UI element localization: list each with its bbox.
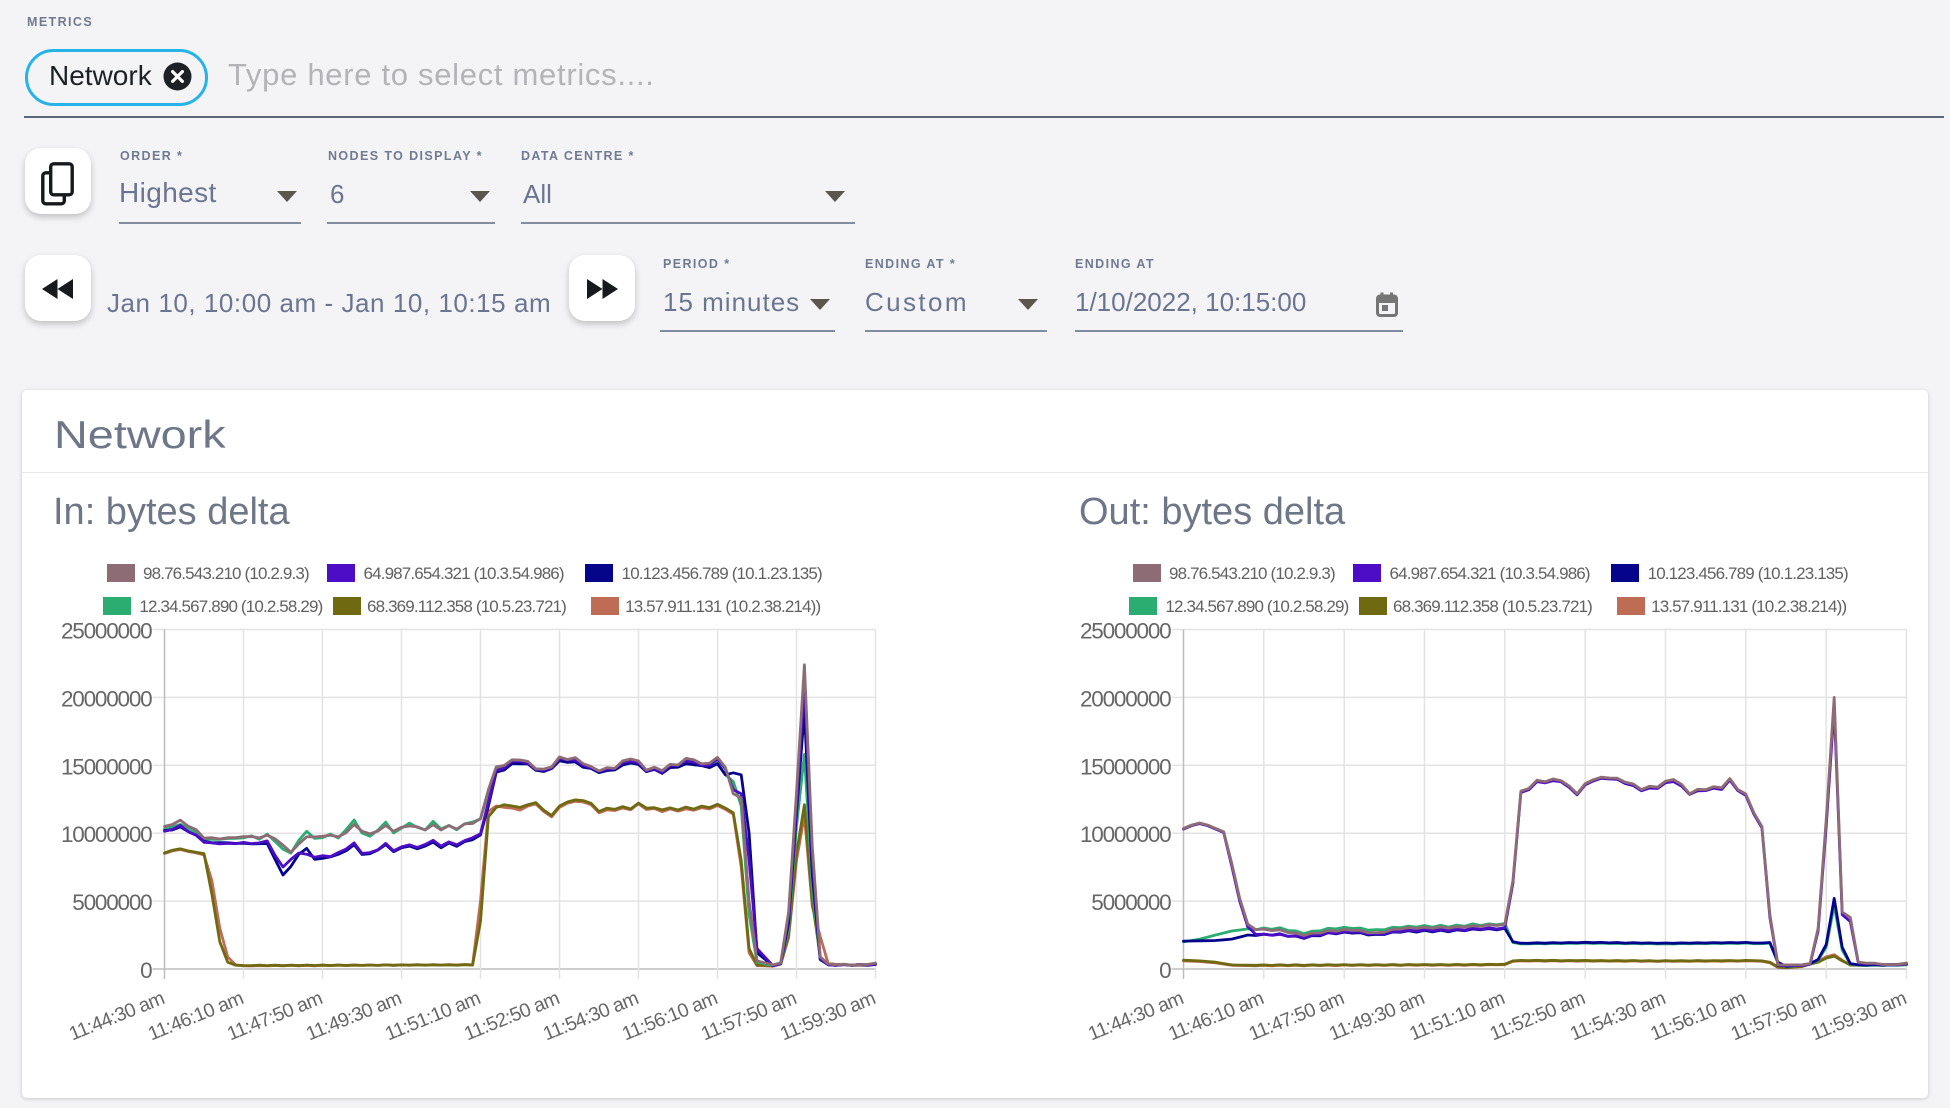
svg-text:20000000: 20000000	[61, 686, 152, 711]
svg-text:15000000: 15000000	[61, 754, 152, 779]
svg-text:5000000: 5000000	[72, 890, 152, 915]
svg-text:0: 0	[1159, 958, 1171, 983]
svg-text:10000000: 10000000	[1080, 822, 1171, 847]
svg-text:10000000: 10000000	[61, 822, 152, 847]
svg-text:5000000: 5000000	[1091, 890, 1171, 915]
svg-text:15000000: 15000000	[1080, 754, 1171, 779]
svg-text:20000000: 20000000	[1080, 686, 1171, 711]
svg-text:25000000: 25000000	[1080, 619, 1171, 644]
svg-text:25000000: 25000000	[61, 619, 152, 644]
svg-text:0: 0	[140, 958, 152, 983]
